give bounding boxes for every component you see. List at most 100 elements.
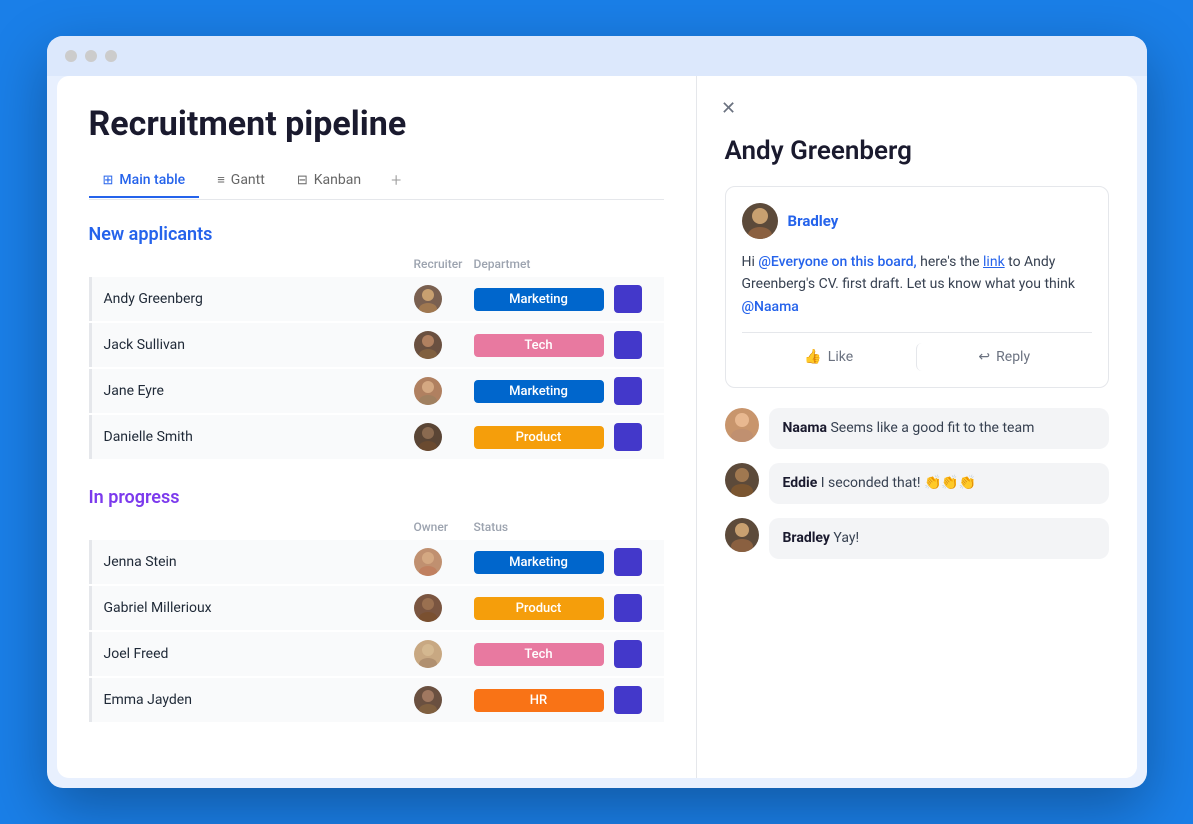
reply-author: Bradley [783, 530, 830, 546]
dept-badge: HR [474, 689, 604, 712]
table-row[interactable]: Danielle Smith Product [89, 415, 664, 459]
reply-author: Eddie [783, 475, 818, 491]
avatar [414, 686, 442, 714]
tab-gantt-label: Gantt [231, 172, 265, 188]
list-item: Bradley Yay! [725, 518, 1109, 559]
main-table-icon: ⊞ [103, 173, 114, 188]
list-item: Eddie I seconded that! 👏👏👏 [725, 463, 1109, 504]
avatar [725, 408, 759, 442]
reply-label: Reply [996, 349, 1030, 365]
avatar [414, 285, 442, 313]
row-name: Andy Greenberg [104, 291, 414, 307]
col-status-header: Status [474, 520, 614, 534]
thumbs-up-icon: 👍 [804, 349, 821, 365]
reply-bubble: Bradley Yay! [769, 518, 1109, 559]
row-name: Jane Eyre [104, 383, 414, 399]
row-name: Jenna Stein [104, 554, 414, 570]
add-tab-button[interactable]: + [379, 162, 413, 199]
comment-author-row: Bradley [742, 203, 1092, 239]
table-row[interactable]: Emma Jayden HR [89, 678, 664, 722]
dept-badge: Tech [474, 334, 604, 357]
list-item: Naama Seems like a good fit to the team [725, 408, 1109, 449]
mention-everyone: @Everyone on this board, [758, 254, 916, 270]
comment-text-middle: here's the [920, 254, 983, 270]
avatar [414, 594, 442, 622]
col-extra-header [614, 520, 664, 534]
table-row[interactable]: Andy Greenberg Marketing [89, 277, 664, 321]
traffic-light-1 [65, 50, 77, 62]
in-progress-table: Owner Status Jenna Stein Marketing [89, 520, 664, 722]
avatar [725, 463, 759, 497]
traffic-light-2 [85, 50, 97, 62]
row-name: Jack Sullivan [104, 337, 414, 353]
col-dept-header: Departmet [474, 257, 614, 271]
avatar [414, 423, 442, 451]
close-button[interactable]: ✕ [715, 94, 743, 122]
color-indicator [614, 285, 642, 313]
section-in-progress: In progress Owner Status Jenna Stein [89, 487, 664, 722]
comment-text: Hi @Everyone on this board, here's the l… [742, 251, 1092, 318]
reply-author: Naama [783, 420, 827, 436]
page-title: Recruitment pipeline [89, 104, 664, 144]
new-applicants-table: Recruiter Departmet Andy Greenberg Marke… [89, 257, 664, 459]
col-name-header [101, 257, 414, 271]
avatar [725, 518, 759, 552]
dept-badge: Marketing [474, 380, 604, 403]
traffic-light-3 [105, 50, 117, 62]
reply-button[interactable]: ↩ Reply [916, 343, 1092, 371]
tab-kanban[interactable]: ⊟ Kanban [283, 164, 375, 198]
row-name: Emma Jayden [104, 692, 414, 708]
left-panel: Recruitment pipeline ⊞ Main table ≡ Gant… [57, 76, 697, 778]
table-row[interactable]: Jenna Stein Marketing [89, 540, 664, 584]
reply-text: Seems like a good fit to the team [830, 420, 1034, 436]
reply-text: Yay! [833, 530, 859, 546]
reply-bubble: Eddie I seconded that! 👏👏👏 [769, 463, 1109, 504]
tab-gantt[interactable]: ≡ Gantt [203, 164, 279, 198]
color-indicator [614, 548, 642, 576]
tabs-bar: ⊞ Main table ≡ Gantt ⊟ Kanban + [89, 162, 664, 200]
app-window: Recruitment pipeline ⊞ Main table ≡ Gant… [47, 36, 1147, 788]
color-indicator [614, 686, 642, 714]
title-bar [47, 36, 1147, 76]
dept-badge: Tech [474, 643, 604, 666]
tab-main-table[interactable]: ⊞ Main table [89, 164, 200, 198]
comment-actions: 👍 Like ↩ Reply [742, 332, 1092, 371]
reply-text: I seconded that! 👏👏👏 [821, 475, 977, 491]
col-recruiter-header: Recruiter [414, 257, 474, 271]
avatar [414, 331, 442, 359]
tab-kanban-label: Kanban [314, 172, 361, 188]
table-row[interactable]: Gabriel Millerioux Product [89, 586, 664, 630]
main-content: Recruitment pipeline ⊞ Main table ≡ Gant… [57, 76, 1137, 778]
comment-author-avatar [742, 203, 778, 239]
table-row[interactable]: Jane Eyre Marketing [89, 369, 664, 413]
section-new-applicants-title: New applicants [89, 224, 664, 245]
reply-icon: ↩ [978, 349, 990, 365]
comment-link[interactable]: link [983, 254, 1005, 270]
like-button[interactable]: 👍 Like [742, 343, 917, 371]
reply-bubble: Naama Seems like a good fit to the team [769, 408, 1109, 449]
table-row[interactable]: Jack Sullivan Tech [89, 323, 664, 367]
dept-badge: Product [474, 426, 604, 449]
tab-main-table-label: Main table [119, 172, 185, 188]
color-indicator [614, 423, 642, 451]
col-name-header [101, 520, 414, 534]
reply-list: Naama Seems like a good fit to the team … [725, 408, 1109, 559]
panel-person-name: Andy Greenberg [725, 136, 1109, 166]
table-row[interactable]: Joel Freed Tech [89, 632, 664, 676]
main-comment-card: Bradley Hi @Everyone on this board, here… [725, 186, 1109, 388]
color-indicator [614, 331, 642, 359]
avatar [414, 640, 442, 668]
dept-badge: Marketing [474, 288, 604, 311]
mention-naama: @Naama [742, 299, 799, 315]
table-header-in-progress: Owner Status [89, 520, 664, 540]
comment-panel: ✕ Andy Greenberg Bradley Hi @Everyone on… [697, 76, 1137, 778]
comment-author-name: Bradley [788, 212, 839, 230]
col-extra-header [614, 257, 664, 271]
like-label: Like [828, 349, 853, 365]
avatar [414, 548, 442, 576]
dept-badge: Marketing [474, 551, 604, 574]
color-indicator [614, 594, 642, 622]
row-name: Joel Freed [104, 646, 414, 662]
color-indicator [614, 640, 642, 668]
color-indicator [614, 377, 642, 405]
